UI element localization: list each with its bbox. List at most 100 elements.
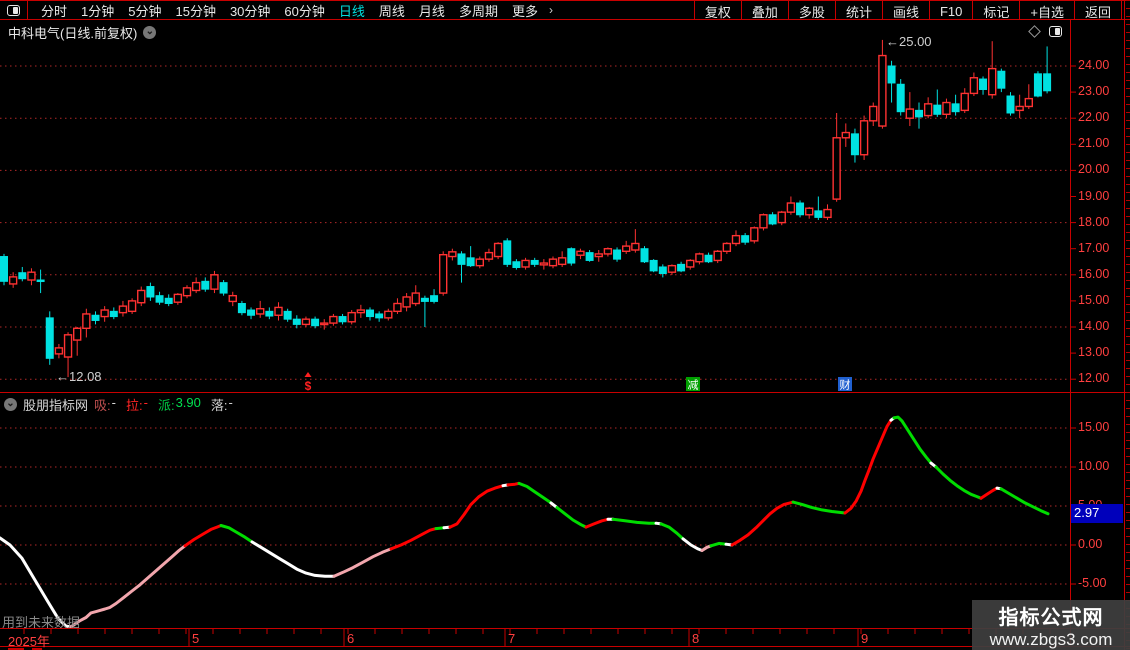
candle xyxy=(585,252,594,261)
candle xyxy=(796,202,805,216)
indicator-line-segment xyxy=(843,418,893,515)
candle xyxy=(109,310,118,318)
date-axis: 2025年 56789 xyxy=(0,628,1130,649)
indicator-line-segment xyxy=(69,544,187,629)
candle xyxy=(137,289,146,304)
indicator-line-segment xyxy=(934,465,983,500)
diamond-icon[interactable] xyxy=(1028,25,1041,38)
candle xyxy=(988,67,997,96)
candle xyxy=(923,103,933,117)
candle xyxy=(127,300,137,313)
candle xyxy=(539,262,549,266)
price-label: 19.00 xyxy=(1078,188,1110,203)
candle xyxy=(622,245,631,253)
candle xyxy=(915,109,923,118)
candle xyxy=(82,313,91,330)
candle xyxy=(182,287,192,297)
price-label: 13.00 xyxy=(1078,345,1110,360)
indicator-line-segment xyxy=(700,544,713,552)
candle xyxy=(576,250,585,256)
candle xyxy=(274,306,283,316)
chevron-down-icon[interactable]: ⌄ xyxy=(143,26,157,39)
right-scrollbar-strip[interactable] xyxy=(1126,0,1130,650)
candle xyxy=(45,317,54,359)
candle xyxy=(1033,73,1042,97)
price-label: 21.00 xyxy=(1078,136,1110,151)
candle xyxy=(155,295,164,303)
indicator-line-segment xyxy=(183,524,223,548)
candle xyxy=(311,318,320,327)
candle xyxy=(384,310,393,319)
watermark-url: www.zbgs3.com xyxy=(989,629,1113,649)
candle xyxy=(493,242,503,258)
candle xyxy=(329,315,338,324)
candle xyxy=(686,259,695,268)
candle xyxy=(256,308,265,315)
candle xyxy=(54,347,64,355)
candle xyxy=(1006,95,1015,114)
indicator-line-segment xyxy=(584,517,610,529)
candle xyxy=(439,254,448,294)
chevron-down-icon[interactable]: ⌄ xyxy=(4,398,17,411)
candle xyxy=(503,240,512,265)
indicator-axis-label: 0.00 xyxy=(1078,537,1103,551)
watermark-title: 指标公式网 xyxy=(998,606,1104,629)
candle xyxy=(942,101,951,115)
candle xyxy=(411,292,420,305)
indicator-line-segment xyxy=(332,547,393,578)
candle xyxy=(768,214,777,225)
price-label: 14.00 xyxy=(1078,319,1110,333)
month-label-6: 6 xyxy=(347,631,355,646)
indicator-name: 股朋指标网 xyxy=(23,398,89,413)
candle xyxy=(979,78,988,90)
candle xyxy=(933,104,942,115)
candle xyxy=(173,293,183,303)
candle xyxy=(731,234,741,245)
candle xyxy=(777,211,786,224)
price-label: 24.00 xyxy=(1078,58,1110,72)
candle xyxy=(832,137,841,200)
candle xyxy=(649,259,658,272)
candle xyxy=(512,261,521,268)
candle xyxy=(228,294,237,303)
candle xyxy=(146,286,155,298)
candle xyxy=(347,311,356,323)
candle xyxy=(905,108,915,119)
candle xyxy=(1043,73,1052,92)
candle xyxy=(191,281,201,292)
indicator-axis-label: -5.00 xyxy=(1078,576,1107,590)
candle xyxy=(356,309,366,314)
candle xyxy=(640,248,649,263)
svg-text:财: 财 xyxy=(840,378,851,392)
svg-text:←25.00: ←25.00 xyxy=(886,34,932,49)
candle xyxy=(100,309,109,318)
candle xyxy=(521,259,530,268)
candle xyxy=(475,258,484,267)
indicator-line-segment xyxy=(250,540,336,578)
indicator-axis-label: 15.00 xyxy=(1078,420,1110,434)
candle xyxy=(237,303,246,314)
candle xyxy=(530,259,539,265)
candle xyxy=(457,253,466,265)
plot-right-border xyxy=(1070,20,1071,647)
candle xyxy=(247,309,256,316)
indicator-line-segment xyxy=(659,522,685,541)
candle xyxy=(658,266,667,274)
window-split-icon[interactable] xyxy=(1049,26,1062,37)
candle xyxy=(814,210,823,218)
candle xyxy=(850,133,859,156)
month-label-7: 7 xyxy=(508,631,516,646)
indicator-line-segment xyxy=(389,527,438,551)
candle xyxy=(265,310,274,317)
candle xyxy=(8,276,18,285)
candle xyxy=(859,120,869,156)
candle xyxy=(786,202,796,213)
indicator-line-segment xyxy=(892,415,933,465)
month-label-5: 5 xyxy=(192,631,200,646)
indicator-field: 派: 3.90 xyxy=(157,395,201,413)
candle xyxy=(557,257,567,266)
candle xyxy=(283,310,292,320)
candle xyxy=(603,247,613,255)
candle xyxy=(72,327,82,341)
chart-canvas[interactable]: ←25.00 ←12.08 $ 减 财 xyxy=(0,0,1130,650)
